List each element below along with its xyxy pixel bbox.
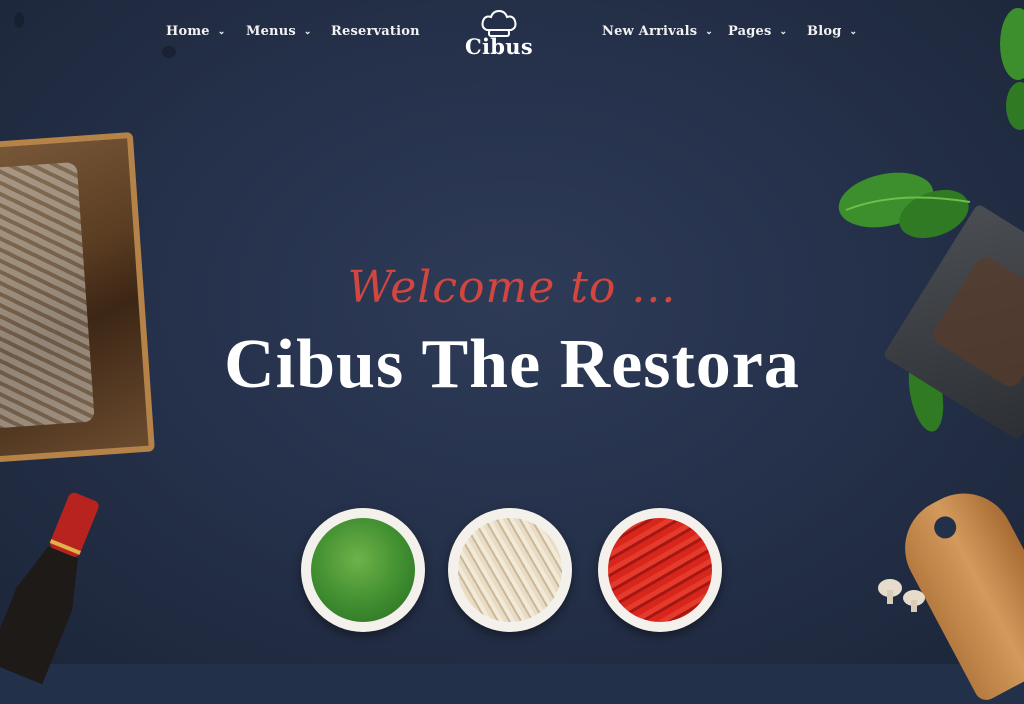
mint-leaves bbox=[311, 518, 415, 622]
nav-item-pages[interactable]: Pages ⌄ bbox=[728, 24, 787, 39]
hero-welcome-text: Welcome to ... bbox=[347, 262, 677, 313]
nav-item-blog[interactable]: Blog ⌄ bbox=[807, 24, 857, 39]
nav-item-label: Blog bbox=[807, 24, 842, 39]
chili-peppers bbox=[608, 518, 712, 622]
nav-item-new-arrivals[interactable]: New Arrivals ⌄ bbox=[602, 24, 713, 39]
nav-item-label: Menus bbox=[246, 24, 296, 39]
logo-text: Cibus bbox=[465, 34, 533, 59]
chevron-down-icon: ⌄ bbox=[217, 27, 226, 37]
nav-item-home[interactable]: Home ⌄ bbox=[166, 24, 226, 39]
chevron-down-icon: ⌄ bbox=[849, 27, 858, 37]
mushrooms-image bbox=[878, 579, 925, 612]
enoki-mushroom-bowl-image bbox=[448, 508, 572, 632]
chevron-down-icon: ⌄ bbox=[303, 27, 312, 37]
nav-item-label: Pages bbox=[728, 24, 772, 39]
site-logo[interactable]: Cibus bbox=[462, 10, 536, 62]
main-navigation: Home ⌄ Menus ⌄ Reservation Cibus New Arriv… bbox=[0, 0, 1024, 66]
nav-item-menus[interactable]: Menus ⌄ bbox=[246, 24, 312, 39]
chevron-down-icon: ⌄ bbox=[705, 27, 713, 37]
nav-item-label: New Arrivals bbox=[602, 24, 698, 39]
chevron-down-icon: ⌄ bbox=[779, 27, 788, 37]
hero-title: Cibus The Restora bbox=[224, 326, 800, 403]
nav-item-label: Home bbox=[166, 24, 210, 39]
chili-pepper-bowl-image bbox=[598, 508, 722, 632]
basil-leaves-image bbox=[838, 172, 971, 239]
mint-bowl-image bbox=[301, 508, 425, 632]
enoki-mushrooms bbox=[458, 518, 562, 622]
nav-item-reservation[interactable]: Reservation bbox=[331, 24, 420, 39]
cutting-board-hole bbox=[930, 512, 961, 543]
nav-item-label: Reservation bbox=[331, 24, 420, 39]
